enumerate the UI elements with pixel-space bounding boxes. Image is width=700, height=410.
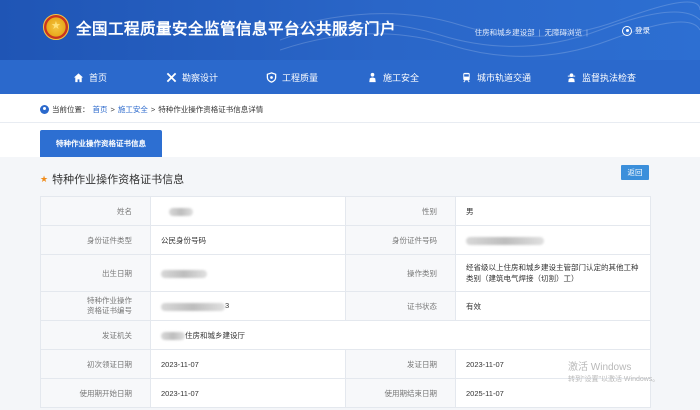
redacted-value [161,302,225,311]
login-label: 登录 [635,26,650,35]
inspector-icon [567,72,576,82]
cert-no-label-line2: 资格证书编号 [87,306,132,315]
issue-date-label: 发证日期 [345,349,456,379]
login-button[interactable]: 登录 [622,25,650,36]
redacted-value [466,236,544,245]
site-title[interactable]: 全国工程质量安全监管信息平台公共服务门户 [76,17,396,39]
windows-activation-watermark: 激活 Windows 转到"设置"以激活 Windows。 [568,362,659,386]
accessibility-link[interactable]: 无障碍浏览 [545,27,583,38]
table-row: 出生日期 操作类别 经省级以上住房和城乡建设主管部门认定的其他工种类别（建筑电气… [40,254,651,292]
status-value: 有效 [455,291,651,321]
breadcrumb-prefix: 当前位置： [52,105,90,114]
breadcrumb-separator: > [110,105,115,114]
breadcrumb: 当前位置： 首页 > 施工安全 > 特种作业操作资格证书信息详情 [40,104,263,115]
table-row: 身份证件类型 公民身份号码 身份证件号码 [40,225,651,255]
section-title: ★ 特种作业操作资格证书信息 [40,171,184,187]
top-header: 全国工程质量安全监管信息平台公共服务门户 住房和城乡建设部 | 无障碍浏览 | … [0,0,700,60]
train-icon [463,72,470,82]
breadcrumb-section[interactable]: 施工安全 [118,104,148,115]
tools-icon [166,72,177,82]
issuer-value-text: 住房和城乡建设厅 [185,330,245,340]
category-value: 经省级以上住房和城乡建设主管部门认定的其他工种类别（建筑电气焊接（切割）工） [455,254,651,292]
id-type-value: 公民身份号码 [150,225,346,255]
name-value [150,196,346,226]
redacted-value [161,269,207,278]
table-row: 初次领证日期 2023-11-07 发证日期 2023-11-07 [40,349,651,379]
main-nav: 首页 勘察设计 工程质量 施工安全 城市轨道交通 监督执法检查 [0,60,700,94]
watermark-line1: 激活 Windows [568,362,632,373]
cert-no-value: 3 [150,291,346,321]
nav-construction-safety[interactable]: 施工安全 [367,60,419,94]
breadcrumb-separator: > [150,105,156,114]
tab-certificate-info[interactable]: 特种作业操作资格证书信息 [40,130,162,157]
link-separator: | [586,28,588,37]
redacted-value [169,207,193,216]
table-row: 发证机关 住房和城乡建设厅 [40,320,651,350]
nav-label: 勘察设计 [182,72,219,83]
table-row: 特种作业操作 资格证书编号 3 证书状态 有效 [40,291,651,321]
nav-home[interactable]: 首页 [73,60,107,94]
top-links: 住房和城乡建设部 | 无障碍浏览 | [475,27,588,38]
nav-urban-rail[interactable]: 城市轨道交通 [461,60,531,94]
gender-value: 男 [455,196,651,226]
gender-label: 性别 [345,196,456,226]
nav-survey-design[interactable]: 勘察设计 [166,60,218,94]
birth-value [150,254,346,292]
nav-label: 首页 [89,72,108,83]
table-row: 姓名 性别 男 [40,196,651,226]
cert-no-label: 特种作业操作 资格证书编号 [40,291,151,321]
worker-icon [369,72,376,82]
nav-supervision[interactable]: 监督执法检查 [566,60,636,94]
nav-label: 施工安全 [383,72,420,83]
birth-label: 出生日期 [40,254,151,292]
valid-from-value: 2023-11-07 [150,378,346,408]
star-icon: ★ [40,173,49,184]
breadcrumb-home[interactable]: 首页 [93,104,108,115]
nav-label: 城市轨道交通 [477,72,532,83]
name-label: 姓名 [40,196,151,226]
watermark-line2: 转到"设置"以激活 Windows。 [568,376,660,383]
issuer-label: 发证机关 [40,320,151,350]
location-icon [40,105,49,114]
user-icon [622,25,632,36]
shield-icon [266,71,277,83]
issuer-value: 住房和城乡建设厅 [150,320,651,350]
link-separator: | [538,28,541,37]
first-issue-value: 2023-11-07 [150,349,346,379]
table-row: 使用期开始日期 2023-11-07 使用期结束日期 2025-11-07 [40,378,651,408]
nav-quality[interactable]: 工程质量 [266,60,318,94]
home-icon [73,72,84,82]
redacted-value [161,331,185,340]
id-number-value [455,225,651,255]
nav-label: 工程质量 [282,72,319,83]
certificate-info-table: 姓名 性别 男 身份证件类型 公民身份号码 身份证件号码 出生日期 操作类别 经… [40,196,651,408]
valid-to-label: 使用期结束日期 [345,378,456,408]
back-button[interactable]: 返回 [621,165,649,180]
first-issue-label: 初次领证日期 [40,349,151,379]
section-title-text: 特种作业操作资格证书信息 [52,174,185,186]
status-label: 证书状态 [345,291,456,321]
valid-from-label: 使用期开始日期 [40,378,151,408]
category-label: 操作类别 [345,254,456,292]
nav-label: 监督执法检查 [582,72,637,83]
divider [0,122,700,123]
id-number-label: 身份证件号码 [345,225,456,255]
cert-no-suffix: 3 [225,301,230,311]
cert-no-label-line1: 特种作业操作 [87,296,132,305]
ministry-link[interactable]: 住房和城乡建设部 [475,27,535,38]
id-type-label: 身份证件类型 [40,225,151,255]
national-emblem-icon [43,14,69,40]
breadcrumb-current: 特种作业操作资格证书信息详情 [158,105,264,114]
